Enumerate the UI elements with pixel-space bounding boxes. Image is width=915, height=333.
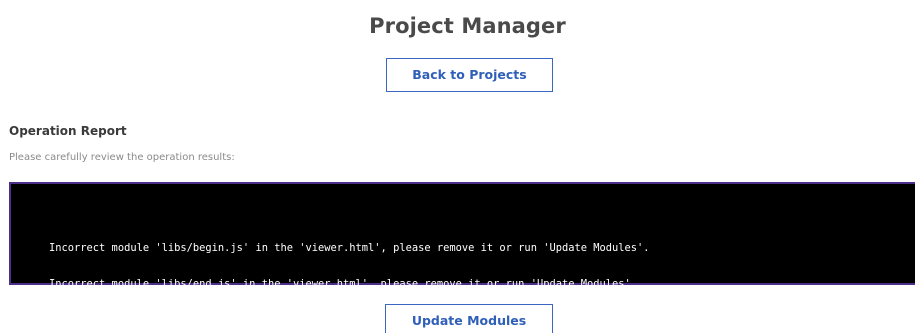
update-modules-button[interactable]: Update Modules (385, 304, 553, 333)
console-line: Incorrect module 'libs/begin.js' in the … (49, 242, 650, 254)
operation-report-console: Incorrect module 'libs/begin.js' in the … (9, 182, 915, 290)
console-line: Incorrect module 'libs/end.js' in the 'v… (49, 278, 638, 290)
page-title: Project Manager (369, 14, 566, 38)
operation-report-heading: Operation Report (9, 124, 127, 138)
project-manager-page: Project Manager Back to Projects Operati… (0, 0, 915, 333)
operation-report-subtitle: Please carefully review the operation re… (9, 152, 235, 163)
back-to-projects-button[interactable]: Back to Projects (386, 58, 553, 92)
console-output: Incorrect module 'libs/begin.js' in the … (49, 218, 650, 314)
